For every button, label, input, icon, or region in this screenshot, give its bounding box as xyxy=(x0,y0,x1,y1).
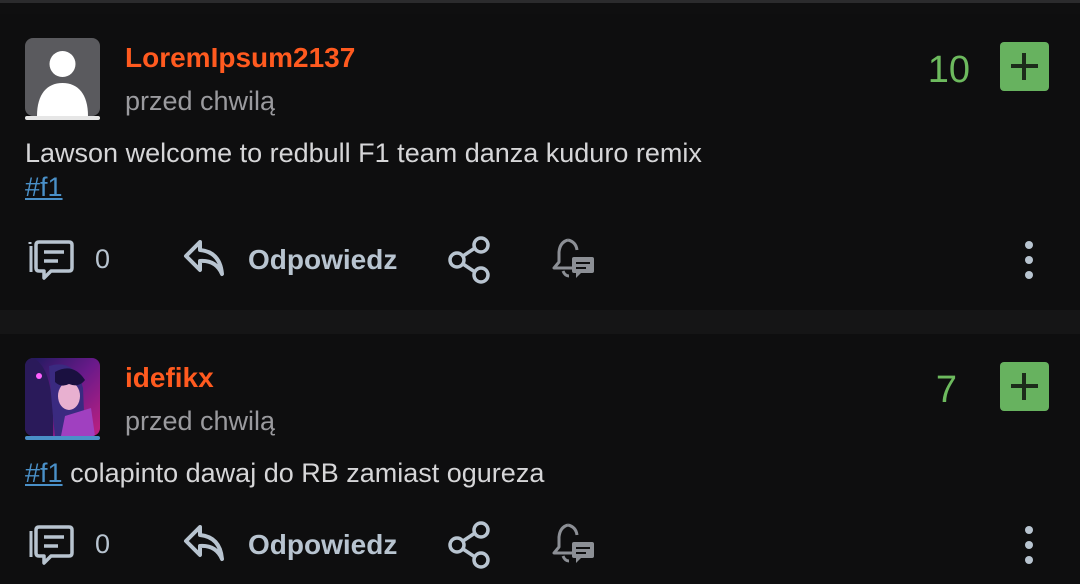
notification-bell-icon[interactable] xyxy=(550,236,596,282)
vote-score: 10 xyxy=(927,49,970,91)
anime-avatar xyxy=(25,358,100,436)
comments-icon[interactable] xyxy=(25,523,75,567)
default-user-icon xyxy=(37,51,88,116)
avatar[interactable] xyxy=(25,38,100,116)
post-text: colapinto dawaj do RB zamiast ogureza xyxy=(70,458,545,488)
share-icon[interactable] xyxy=(447,521,493,569)
top-divider xyxy=(0,0,1080,3)
post-content: #f1 colapinto dawaj do RB zamiast ogurez… xyxy=(25,456,544,490)
vote-score: 7 xyxy=(935,369,957,411)
avatar-rank-bar xyxy=(25,436,100,440)
comments-icon[interactable] xyxy=(25,238,75,282)
post-actions: 0 Odpowiedz xyxy=(0,517,1080,573)
comments-count: 0 xyxy=(95,529,111,559)
tag-link[interactable]: #f1 xyxy=(25,172,63,202)
share-icon[interactable] xyxy=(447,236,493,284)
reply-icon[interactable] xyxy=(182,523,226,563)
notification-bell-icon[interactable] xyxy=(550,521,596,567)
post-actions: 0 Odpowiedz xyxy=(0,232,1080,288)
post-separator xyxy=(0,310,1080,334)
post-time[interactable]: przed chwilą xyxy=(125,86,275,117)
avatar-rank-bar xyxy=(25,116,100,120)
more-options-icon[interactable] xyxy=(1022,238,1036,282)
more-options-icon[interactable] xyxy=(1022,523,1036,567)
post-card: idefikx przed chwilą 7 #f1 colapinto daw… xyxy=(0,334,1080,584)
post-content: Lawson welcome to redbull F1 team danza … xyxy=(25,136,702,204)
upvote-button[interactable] xyxy=(1000,42,1049,91)
post-time[interactable]: przed chwilą xyxy=(125,406,275,437)
comments-count: 0 xyxy=(95,244,111,274)
avatar[interactable] xyxy=(25,358,100,436)
username[interactable]: idefikx xyxy=(125,362,214,394)
post-text: Lawson welcome to redbull F1 team danza … xyxy=(25,138,702,168)
upvote-button[interactable] xyxy=(1000,362,1049,411)
tag-link[interactable]: #f1 xyxy=(25,458,63,488)
reply-button[interactable]: Odpowiedz xyxy=(248,529,397,561)
reply-icon[interactable] xyxy=(182,238,226,278)
username[interactable]: LoremIpsum2137 xyxy=(125,42,355,74)
reply-button[interactable]: Odpowiedz xyxy=(248,244,397,276)
post-card: LoremIpsum2137 przed chwilą 10 Lawson we… xyxy=(0,14,1080,310)
